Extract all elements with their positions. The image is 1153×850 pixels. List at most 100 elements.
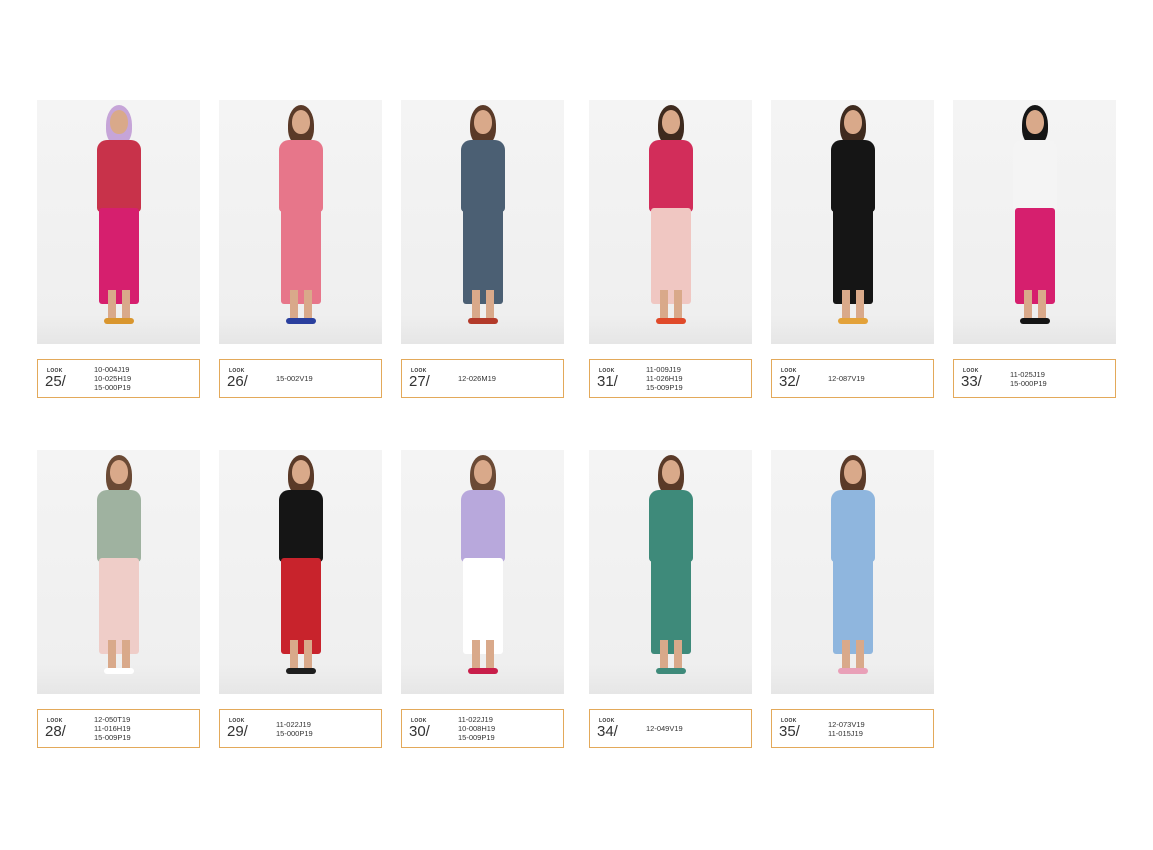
look-label: LOOK 35/ 12-073V19 11-015J19 [771,709,934,748]
look-codes: 12-026M19 [458,360,557,397]
look-number: 25/ [45,373,66,390]
model-head [843,110,862,134]
look-card[interactable]: LOOK 26/ 15-002V19 [219,100,382,398]
model-legs [659,640,682,670]
look-codes: 10-004J19 10-025H19 15-000P19 [94,360,193,397]
model-shoes [1019,318,1050,324]
look-label: LOOK 33/ 11-025J19 15-000P19 [953,359,1116,398]
model-legs [289,290,312,320]
look-number: 26/ [227,373,248,390]
model-top [830,140,875,212]
look-code: 10-025H19 [94,374,132,383]
model-legs [471,290,494,320]
model-head [473,110,492,134]
look-card[interactable]: LOOK 35/ 12-073V19 11-015J19 [771,450,934,748]
model-top [278,140,323,212]
model-head [661,110,680,134]
look-label: LOOK 32/ 12-087V19 [771,359,934,398]
look-code: 11-025J19 [1010,369,1045,379]
model-top [648,140,693,212]
look-label: LOOK 28/ 12-050T19 11-016H19 15-009P19 [37,709,200,748]
look-codes: 11-022J19 10-008H19 15-009P19 [458,710,557,747]
model-head [661,460,680,484]
model-head [291,110,310,134]
look-number: 34/ [597,723,618,740]
model-shoes [285,318,316,324]
model-top [96,140,141,212]
look-codes: 15-002V19 [276,360,375,397]
look-card[interactable]: LOOK 25/ 10-004J19 10-025H19 15-000P19 [37,100,200,398]
look-code: 11-015J19 [828,728,863,738]
look-code: 12-026M19 [458,374,496,383]
look-photo [771,450,934,694]
look-number: 28/ [45,723,66,740]
look-photo [401,100,564,344]
look-photo [589,450,752,694]
model-legs [659,290,682,320]
model-top [460,140,505,212]
look-card[interactable]: LOOK 33/ 11-025J19 15-000P19 [953,100,1116,398]
model-head [291,460,310,484]
look-code: 11-022J19 [276,719,311,729]
look-codes: 12-050T19 11-016H19 15-009P19 [94,710,193,747]
model-legs [1023,290,1046,320]
look-code: 12-073V19 [828,719,865,729]
look-number: 27/ [409,373,430,390]
look-code: 15-009P19 [646,383,683,392]
look-photo [219,100,382,344]
look-code: 11-016H19 [94,724,131,733]
look-label: LOOK 26/ 15-002V19 [219,359,382,398]
look-photo [219,450,382,694]
look-number: 35/ [779,723,800,740]
look-code: 15-009P19 [94,733,131,742]
model-head [1025,110,1044,134]
look-label: LOOK 30/ 11-022J19 10-008H19 15-009P19 [401,709,564,748]
look-number: 30/ [409,723,430,740]
look-photo [953,100,1116,344]
model-shoes [285,668,316,674]
look-code: 15-000P19 [94,383,131,392]
model-shoes [837,668,868,674]
look-code: 12-050T19 [94,715,131,724]
look-codes: 11-009J19 11-026H19 15-009P19 [646,360,745,397]
look-code: 15-000P19 [1010,378,1047,388]
look-card[interactable]: LOOK 27/ 12-026M19 [401,100,564,398]
model-head [109,460,128,484]
model-legs [841,640,864,670]
look-label: LOOK 31/ 11-009J19 11-026H19 15-009P19 [589,359,752,398]
look-label: LOOK 27/ 12-026M19 [401,359,564,398]
look-card[interactable]: LOOK 29/ 11-022J19 15-000P19 [219,450,382,748]
model-shoes [103,668,134,674]
look-code: 15-000P19 [276,728,313,738]
model-top [830,490,875,562]
look-card[interactable]: LOOK 32/ 12-087V19 [771,100,934,398]
model-legs [289,640,312,670]
look-code: 12-049V19 [646,724,683,733]
model-head [843,460,862,484]
look-number: 33/ [961,373,982,390]
model-legs [471,640,494,670]
look-number: 32/ [779,373,800,390]
model-shoes [467,668,498,674]
look-card[interactable]: LOOK 28/ 12-050T19 11-016H19 15-009P19 [37,450,200,748]
look-photo [37,450,200,694]
look-label: LOOK 29/ 11-022J19 15-000P19 [219,709,382,748]
look-number: 29/ [227,723,248,740]
look-codes: 11-022J19 15-000P19 [276,710,375,747]
look-card[interactable]: LOOK 34/ 12-049V19 [589,450,752,748]
look-code: 15-002V19 [276,374,313,383]
model-shoes [655,668,686,674]
model-shoes [103,318,134,324]
look-codes: 12-073V19 11-015J19 [828,710,927,747]
look-label: LOOK 25/ 10-004J19 10-025H19 15-000P19 [37,359,200,398]
look-code: 15-009P19 [458,733,495,742]
look-card[interactable]: LOOK 31/ 11-009J19 11-026H19 15-009P19 [589,100,752,398]
model-head [473,460,492,484]
model-shoes [837,318,868,324]
model-legs [107,290,130,320]
look-code: 11-009J19 [646,365,681,374]
model-legs [841,290,864,320]
look-card[interactable]: LOOK 30/ 11-022J19 10-008H19 15-009P19 [401,450,564,748]
look-codes: 12-049V19 [646,710,745,747]
look-number: 31/ [597,373,618,390]
